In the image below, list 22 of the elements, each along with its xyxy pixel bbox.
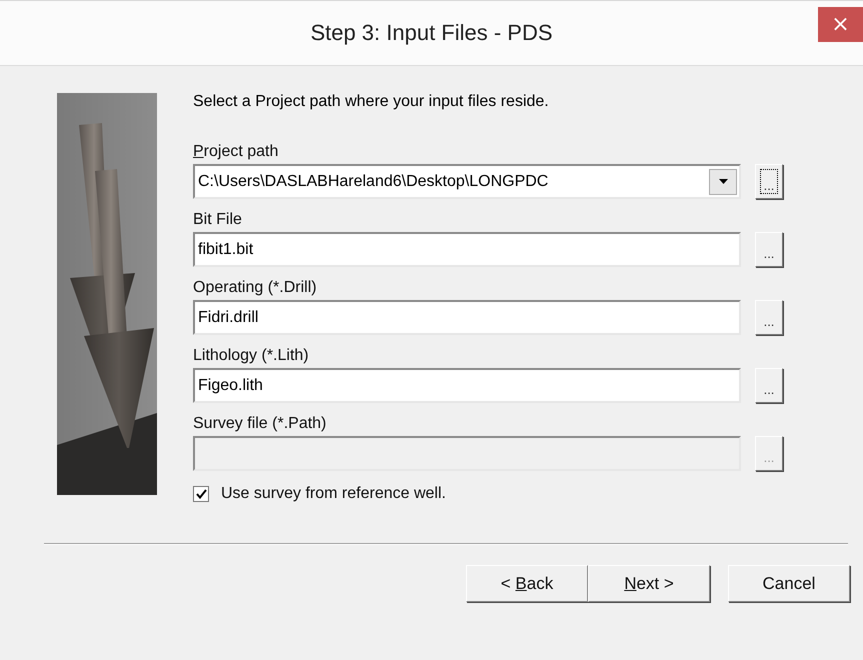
path-combo-box[interactable]: C:\Users\DASLABHareland6\Desktop\LONGPDC — [193, 164, 741, 199]
browse-button[interactable]: ... — [755, 164, 783, 199]
browse-button[interactable]: ... — [755, 300, 783, 335]
dialog-button[interactable]: Cancel — [728, 565, 850, 602]
instruction-text: Select a Project path where your input files reside. — [193, 93, 550, 111]
file-input-field[interactable]: Fidri.drill — [193, 300, 741, 335]
window-title: Step 3: Input Files - PDS — [310, 20, 553, 46]
field-label: Survey file (*.Path) — [193, 415, 326, 433]
field-label: Project path — [193, 143, 278, 161]
dialog-button[interactable]: < Back — [466, 565, 588, 602]
field-label: Bit File — [193, 211, 242, 229]
field-label: Operating (*.Drill) — [193, 279, 317, 297]
dialog-button[interactable]: Next > — [588, 565, 710, 602]
checkbox[interactable] — [193, 486, 209, 502]
browse-button[interactable]: ... — [755, 368, 783, 403]
close-button[interactable]: × — [818, 7, 863, 42]
field-value: C:\Users\DASLABHareland6\Desktop\LONGPDC — [198, 172, 548, 190]
file-input-field[interactable]: fibit1.bit — [193, 232, 741, 267]
file-input-field[interactable]: Figeo.lith — [193, 368, 741, 403]
checkbox-label: Use survey from reference well. — [221, 485, 446, 503]
field-label: Lithology (*.Lith) — [193, 347, 309, 365]
browse-button[interactable]: ... — [755, 232, 783, 267]
